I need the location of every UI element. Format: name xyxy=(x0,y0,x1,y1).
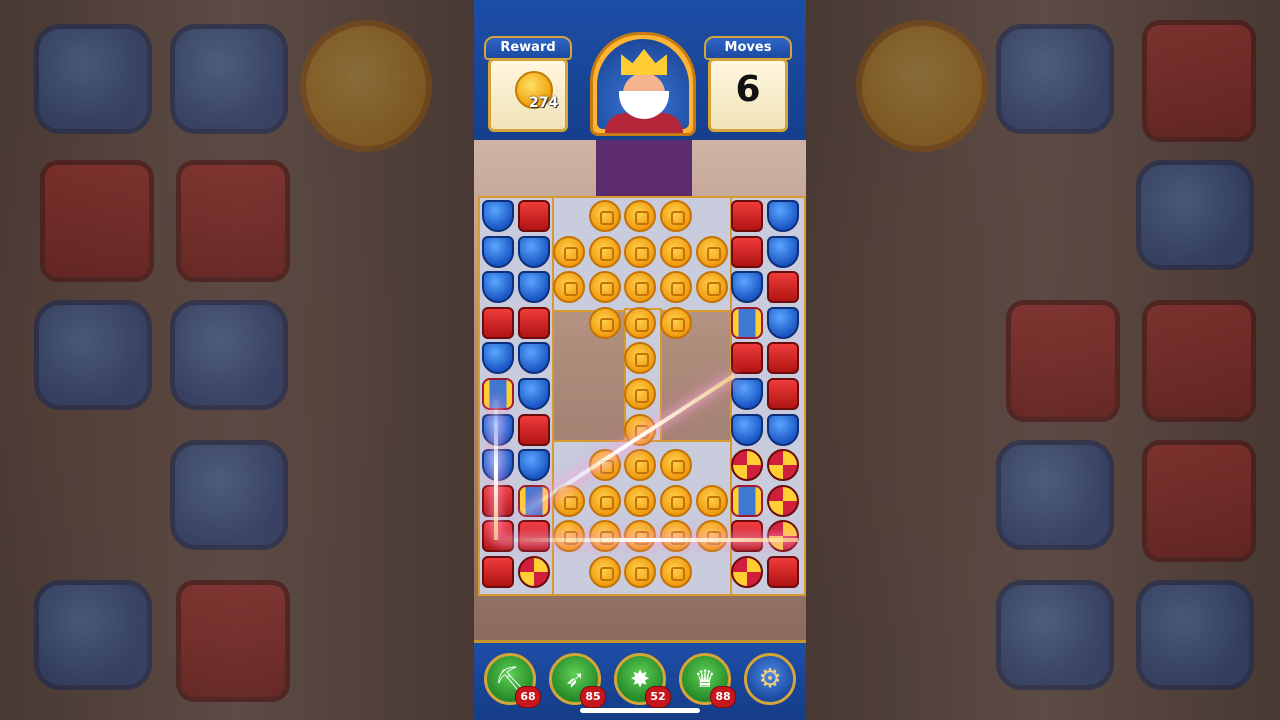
box-piece[interactable] xyxy=(482,484,514,517)
shield-piece[interactable] xyxy=(766,200,799,232)
box-piece[interactable] xyxy=(766,271,799,304)
curtain xyxy=(596,140,692,200)
game-screen: Reward 274 Moves 6 ⛏ 68 ➶ 85 ✸ 52 ♛ 88 ⚙ xyxy=(474,0,806,720)
coin-piece[interactable] xyxy=(588,520,621,553)
king-portrait xyxy=(597,39,689,133)
coin-piece[interactable] xyxy=(553,235,586,268)
box-piece[interactable] xyxy=(731,200,764,232)
box-piece[interactable] xyxy=(731,520,764,553)
jester-piece[interactable] xyxy=(766,484,799,517)
box-piece[interactable] xyxy=(517,306,550,339)
shield-piece[interactable] xyxy=(766,413,799,446)
shield-piece[interactable] xyxy=(517,378,550,410)
moves-label: Moves xyxy=(704,36,792,60)
home-indicator[interactable] xyxy=(580,708,700,713)
box-piece[interactable] xyxy=(766,378,799,410)
shield-piece[interactable] xyxy=(517,342,550,375)
booster-count: 85 xyxy=(580,686,606,708)
shield-piece[interactable] xyxy=(482,449,514,482)
booster-count: 52 xyxy=(645,686,671,708)
background-right xyxy=(806,0,1280,720)
shield-piece[interactable] xyxy=(517,449,550,482)
coin-piece[interactable] xyxy=(624,484,657,517)
crown-icon xyxy=(621,49,667,75)
shield-piece[interactable] xyxy=(731,378,764,410)
coin-piece[interactable] xyxy=(695,271,728,304)
box-piece[interactable] xyxy=(482,556,514,588)
reward-value: 274 xyxy=(529,95,559,111)
coin-piece[interactable] xyxy=(660,556,692,588)
coin-piece[interactable] xyxy=(588,484,621,517)
box-piece[interactable] xyxy=(482,306,514,339)
coin-piece[interactable] xyxy=(660,306,692,339)
moves-value: 6 xyxy=(735,69,761,110)
laser-beam xyxy=(498,538,798,542)
reward-box: 274 xyxy=(488,58,568,132)
coin-piece[interactable] xyxy=(695,484,728,517)
settings-button[interactable]: ⚙ xyxy=(744,653,796,705)
box-piece[interactable] xyxy=(517,413,550,446)
box-piece[interactable] xyxy=(482,520,514,553)
cannon-booster-button[interactable]: ✸ 52 xyxy=(614,653,671,708)
background-left xyxy=(0,0,474,720)
coin-piece[interactable] xyxy=(660,200,692,232)
hammer-booster-button[interactable]: ⛏ 68 xyxy=(484,653,541,708)
drum-piece[interactable] xyxy=(731,306,764,339)
shield-piece[interactable] xyxy=(482,235,514,268)
coin-piece[interactable] xyxy=(660,271,692,304)
jester-piece[interactable] xyxy=(731,556,764,588)
gear-icon: ⚙ xyxy=(758,664,782,694)
jester-piece[interactable] xyxy=(517,556,550,588)
laser-beam xyxy=(494,400,498,540)
box-piece[interactable] xyxy=(517,200,550,232)
jester-hat-booster-button[interactable]: ♛ 88 xyxy=(679,653,736,708)
reward-panel: Reward 274 xyxy=(480,36,576,136)
coin-piece[interactable] xyxy=(588,235,621,268)
coin-piece[interactable] xyxy=(660,449,692,482)
reward-label: Reward xyxy=(484,36,572,60)
box-piece[interactable] xyxy=(766,342,799,375)
shield-piece[interactable] xyxy=(482,271,514,304)
drum-piece[interactable] xyxy=(482,378,514,410)
coin-piece[interactable] xyxy=(695,235,728,268)
shield-piece[interactable] xyxy=(482,200,514,232)
jester-piece[interactable] xyxy=(766,520,799,553)
shield-piece[interactable] xyxy=(766,306,799,339)
top-hud: Reward 274 Moves 6 xyxy=(474,0,806,143)
shield-piece[interactable] xyxy=(517,271,550,304)
box-piece[interactable] xyxy=(731,342,764,375)
box-piece[interactable] xyxy=(517,520,550,553)
coin-piece[interactable] xyxy=(588,200,621,232)
coin-piece[interactable] xyxy=(624,235,657,268)
moves-box: 6 xyxy=(708,58,788,132)
coin-piece[interactable] xyxy=(660,484,692,517)
drum-piece[interactable] xyxy=(731,484,764,517)
booster-count: 68 xyxy=(515,686,541,708)
game-board-area xyxy=(474,140,806,640)
king-avatar xyxy=(590,32,696,136)
bg-dim xyxy=(806,0,1280,720)
coin-piece[interactable] xyxy=(695,520,728,553)
booster-count: 88 xyxy=(710,686,736,708)
shield-piece[interactable] xyxy=(517,235,550,268)
jester-piece[interactable] xyxy=(766,449,799,482)
shield-piece[interactable] xyxy=(731,413,764,446)
coin-piece[interactable] xyxy=(588,271,621,304)
shield-piece[interactable] xyxy=(482,413,514,446)
coin-piece[interactable] xyxy=(588,306,621,339)
coin-piece[interactable] xyxy=(660,235,692,268)
coin-piece[interactable] xyxy=(588,556,621,588)
box-piece[interactable] xyxy=(731,235,764,268)
box-piece[interactable] xyxy=(766,556,799,588)
arrow-booster-button[interactable]: ➶ 85 xyxy=(549,653,606,708)
shield-piece[interactable] xyxy=(766,235,799,268)
coin-piece[interactable] xyxy=(624,306,657,339)
bg-dim xyxy=(0,0,474,720)
moves-panel: Moves 6 xyxy=(700,36,796,136)
